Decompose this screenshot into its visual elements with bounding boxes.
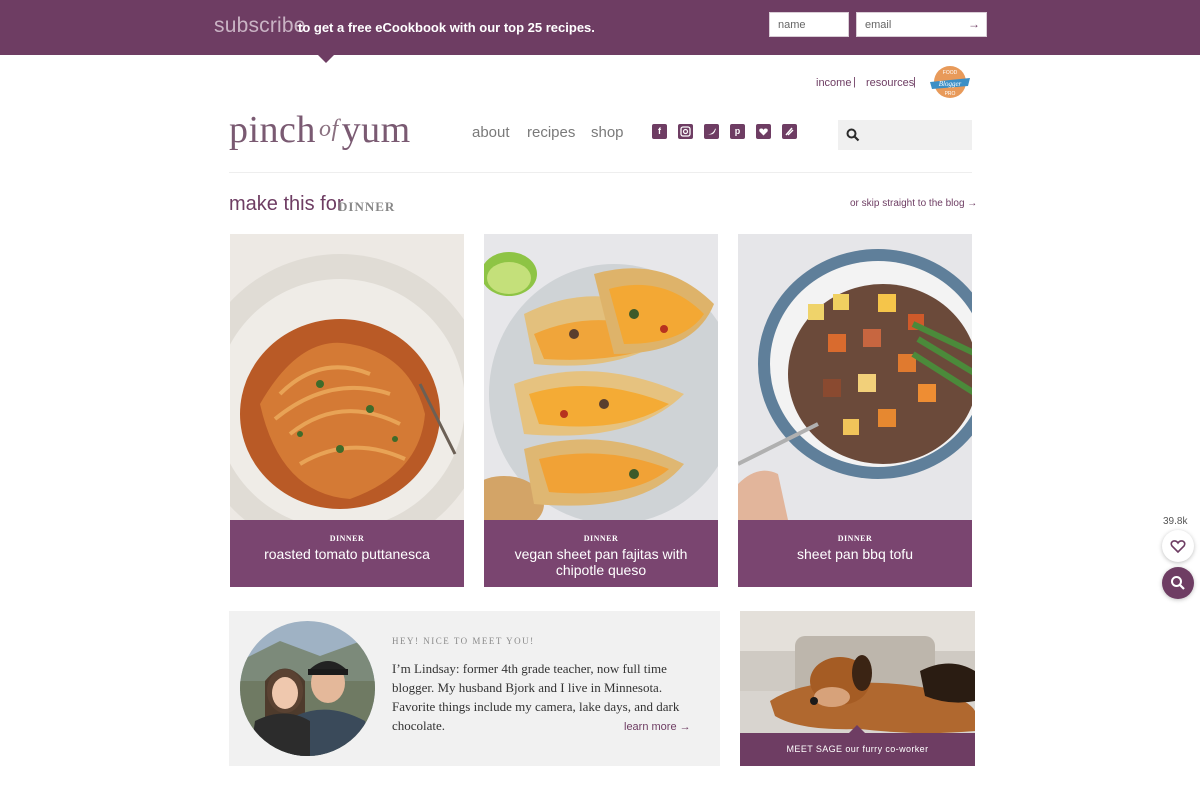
- recipe-caption[interactable]: DINNER roasted tomato puttanesca: [230, 520, 464, 587]
- sage-caption[interactable]: MEET SAGE our furry co-worker: [740, 733, 975, 766]
- resources-link[interactable]: resources: [866, 77, 914, 89]
- food-blogger-pro-badge[interactable]: Blogger FOOD PRO: [928, 65, 972, 101]
- pinterest-icon[interactable]: p: [730, 124, 745, 139]
- svg-text:FOOD: FOOD: [943, 70, 958, 76]
- logo-text-mid: of: [318, 116, 339, 142]
- svg-text:PRO: PRO: [945, 91, 956, 97]
- recipe-caption[interactable]: DINNER sheet pan bbq tofu: [738, 520, 972, 587]
- subscribe-submit-button[interactable]: →: [962, 13, 986, 36]
- recipe-title[interactable]: sheet pan bbq tofu: [738, 546, 972, 562]
- bloglovin-icon[interactable]: [756, 124, 771, 139]
- util-separator: |: [913, 76, 916, 88]
- nav-shop[interactable]: shop: [591, 124, 624, 141]
- instagram-icon[interactable]: [678, 124, 693, 139]
- recipe-card[interactable]: DINNER vegan sheet pan fajitas with chip…: [484, 234, 718, 587]
- section-category-tag[interactable]: DINNER: [338, 199, 395, 215]
- learn-more-link[interactable]: learn more →: [624, 721, 691, 733]
- logo-text-left: pinch: [229, 109, 316, 151]
- recipe-category: DINNER: [583, 534, 619, 543]
- facebook-icon[interactable]: f: [652, 124, 667, 139]
- search-icon[interactable]: [846, 128, 860, 142]
- twitter-icon[interactable]: [704, 124, 719, 139]
- recipe-card[interactable]: DINNER sheet pan bbq tofu: [738, 234, 972, 587]
- site-logo[interactable]: pinch ofyum: [229, 108, 411, 152]
- util-separator: |: [853, 76, 856, 88]
- subscribe-text: to get a free eCookbook with our top 25 …: [298, 20, 595, 35]
- logo-text-right: yum: [341, 109, 411, 151]
- subscribe-caret: [317, 54, 335, 63]
- subscribe-bar: [0, 0, 1200, 63]
- recipe-card[interactable]: DINNER roasted tomato puttanesca: [230, 234, 464, 587]
- favorites-count: 39.8k: [1163, 516, 1188, 527]
- section-heading: make this for: [229, 193, 344, 215]
- name-field[interactable]: name: [769, 12, 849, 37]
- recipe-caption[interactable]: DINNER vegan sheet pan fajitas with chip…: [484, 520, 718, 587]
- income-link[interactable]: income: [816, 77, 851, 89]
- feed-icon[interactable]: [782, 124, 797, 139]
- skip-to-blog-link[interactable]: or skip straight to the blog →: [850, 198, 977, 209]
- recipe-category: DINNER: [329, 534, 365, 543]
- svg-text:Blogger: Blogger: [939, 80, 962, 88]
- sage-caret: [849, 725, 865, 733]
- recipe-title[interactable]: roasted tomato puttanesca: [230, 546, 464, 562]
- heart-icon[interactable]: [1162, 530, 1194, 562]
- about-greeting: HEY! NICE TO MEET YOU!: [392, 636, 535, 646]
- recipe-image-puttanesca[interactable]: [230, 234, 464, 554]
- recipe-title[interactable]: vegan sheet pan fajitas with chipotle qu…: [484, 546, 718, 578]
- recipe-image-bbq-tofu[interactable]: [738, 234, 972, 520]
- author-photo: [240, 621, 375, 756]
- nav-recipes[interactable]: recipes: [527, 124, 575, 141]
- subscribe-heading: subscribe: [214, 14, 306, 37]
- recipe-category: DINNER: [837, 534, 873, 543]
- header-divider: [229, 172, 972, 173]
- recipe-image-fajitas[interactable]: [484, 234, 718, 532]
- nav-about[interactable]: about: [472, 124, 510, 141]
- floating-search-icon[interactable]: [1162, 567, 1194, 599]
